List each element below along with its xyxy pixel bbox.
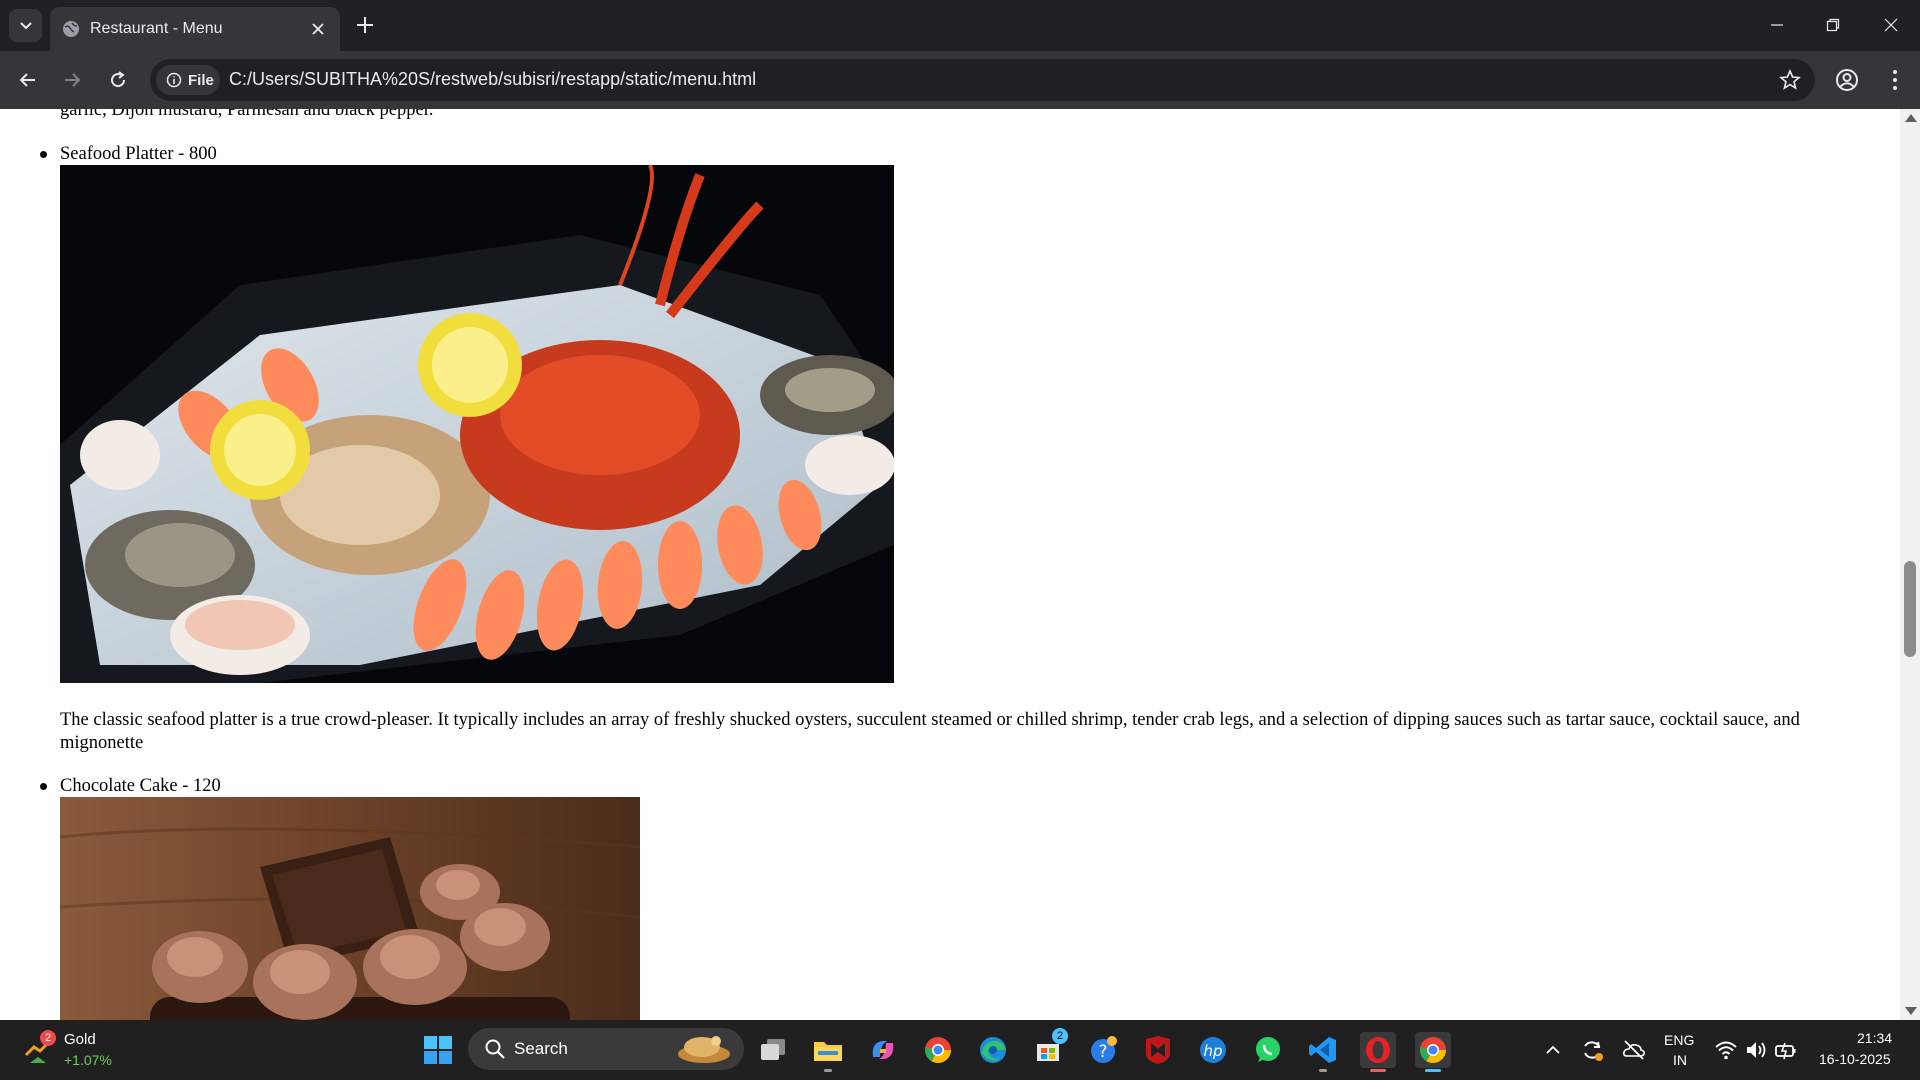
item-title: Seafood Platter - 800 [60, 144, 217, 164]
task-view-icon [761, 1039, 785, 1060]
restore-button[interactable] [1818, 10, 1848, 40]
mcafee-button[interactable] [1140, 1032, 1176, 1068]
whatsapp-button[interactable] [1250, 1032, 1286, 1068]
bookmark-star-icon[interactable] [1779, 69, 1801, 91]
battery-charging-icon[interactable] [1774, 1038, 1798, 1062]
bullet [40, 151, 47, 158]
file-explorer-icon [814, 1042, 842, 1061]
edge-icon [980, 1037, 1006, 1063]
widget-badge: 2 [40, 1030, 56, 1046]
close-icon [1884, 18, 1898, 32]
task-view-button[interactable] [755, 1032, 791, 1068]
weather-widget[interactable]: 2 Gold +1.07% [20, 1030, 130, 1072]
bullet [40, 783, 47, 790]
clock-time[interactable]: 21:34 [1857, 1030, 1892, 1046]
windows-start-icon [424, 1036, 452, 1064]
minimize-button[interactable] [1762, 10, 1792, 40]
hp-icon: hp [1200, 1037, 1226, 1063]
page-scrollbar[interactable] [1900, 109, 1920, 1020]
list-item: Chocolate Cake - 120 [40, 775, 1860, 1020]
vscode-icon [1309, 1037, 1336, 1063]
edge-button[interactable] [975, 1032, 1011, 1068]
more-vert-icon[interactable] [1880, 65, 1910, 95]
whatsapp-icon [1256, 1037, 1280, 1062]
arrow-left-icon [19, 73, 35, 87]
tab-title: Restaurant - Menu [90, 20, 223, 37]
clock-date[interactable]: 16-10-2025 [1819, 1051, 1891, 1067]
tab-search-button[interactable] [9, 9, 42, 42]
seafood-platter-photo [60, 165, 894, 683]
scroll-thumb[interactable] [1904, 561, 1916, 657]
chrome-button[interactable] [920, 1032, 956, 1068]
url-text[interactable]: C:/Users/SUBITHA%20S/restweb/subisri/res… [229, 69, 756, 90]
running-indicator [1319, 1069, 1327, 1072]
svg-text:hp: hp [1203, 1042, 1222, 1060]
chrome-active-button[interactable] [1415, 1032, 1451, 1072]
browser-toolbar: File C:/Users/SUBITHA%20S/restweb/subisr… [0, 51, 1920, 109]
site-info-chip[interactable]: File [156, 65, 220, 95]
copilot-button[interactable] [865, 1032, 901, 1068]
close-icon[interactable] [308, 19, 328, 39]
chip-label: File [188, 71, 214, 89]
language-indicator[interactable]: ENG [1664, 1032, 1694, 1048]
get-help-button[interactable]: ? [1085, 1032, 1121, 1068]
previous-item-description: garlic, Dijon mustard, Parmesan and blac… [60, 109, 434, 120]
chevron-down-icon [19, 21, 32, 29]
close-window-button[interactable] [1876, 10, 1906, 40]
file-explorer-button[interactable] [810, 1032, 846, 1072]
chrome-icon [925, 1037, 951, 1063]
chrome-active-icon [1420, 1037, 1446, 1063]
opera-icon [1366, 1037, 1390, 1063]
running-indicator [824, 1069, 832, 1072]
mcafee-icon [1146, 1036, 1170, 1064]
globe-icon [63, 21, 79, 37]
widget-title: Gold [64, 1031, 96, 1048]
search-highlight-icon [678, 1036, 730, 1063]
chevron-up-icon[interactable] [1545, 1042, 1561, 1058]
search-icon [485, 1039, 505, 1059]
start-button[interactable] [420, 1032, 456, 1068]
page-viewport: garlic, Dijon mustard, Parmesan and blac… [0, 109, 1900, 1020]
scroll-up-arrow-icon[interactable] [1905, 114, 1917, 122]
item-description: The classic seafood platter is a true cr… [60, 710, 1800, 753]
new-tab-plus-icon[interactable] [354, 14, 376, 36]
onedrive-offline-icon[interactable] [1622, 1038, 1646, 1062]
hp-button[interactable]: hp [1195, 1032, 1231, 1068]
vscode-button[interactable] [1305, 1032, 1341, 1072]
chocolate-cake-photo [60, 797, 640, 1020]
tab-strip: Restaurant - Menu [0, 0, 1920, 51]
forward-button[interactable] [58, 66, 86, 94]
running-indicator [1425, 1069, 1441, 1072]
list-item: Seafood Platter - 800 The classic seafoo… [40, 143, 1860, 755]
taskbar: 2 Gold +1.07% Search 2 ? hp ENG IN 21:34… [0, 1020, 1920, 1080]
volume-icon[interactable] [1744, 1038, 1768, 1062]
wifi-icon[interactable] [1714, 1038, 1738, 1062]
back-button[interactable] [14, 66, 42, 94]
item-title: Chocolate Cake - 120 [60, 776, 221, 796]
info-icon [166, 72, 182, 88]
arrow-right-icon [65, 73, 81, 87]
address-bar[interactable]: File C:/Users/SUBITHA%20S/restweb/subisr… [150, 59, 1815, 101]
reload-button[interactable] [104, 66, 132, 94]
sync-icon[interactable] [1580, 1038, 1604, 1062]
minimize-icon [1771, 24, 1783, 26]
taskbar-search[interactable]: Search [468, 1028, 744, 1070]
profile-icon[interactable] [1832, 65, 1862, 95]
svg-text:?: ? [1098, 1042, 1107, 1062]
reload-icon [111, 71, 126, 88]
opera-button[interactable] [1360, 1032, 1396, 1072]
running-indicator [1370, 1069, 1386, 1072]
store-button[interactable]: 2 [1030, 1028, 1068, 1068]
search-label: Search [514, 1039, 568, 1058]
get-help-icon: ? [1091, 1036, 1117, 1063]
tab-restaurant-menu[interactable]: Restaurant - Menu [50, 7, 340, 51]
restore-icon [1826, 18, 1840, 32]
copilot-icon [872, 1041, 894, 1059]
language-region[interactable]: IN [1673, 1052, 1687, 1068]
scroll-down-arrow-icon[interactable] [1905, 1007, 1917, 1015]
widget-change: +1.07% [64, 1052, 112, 1068]
store-badge: 2 [1052, 1028, 1068, 1044]
